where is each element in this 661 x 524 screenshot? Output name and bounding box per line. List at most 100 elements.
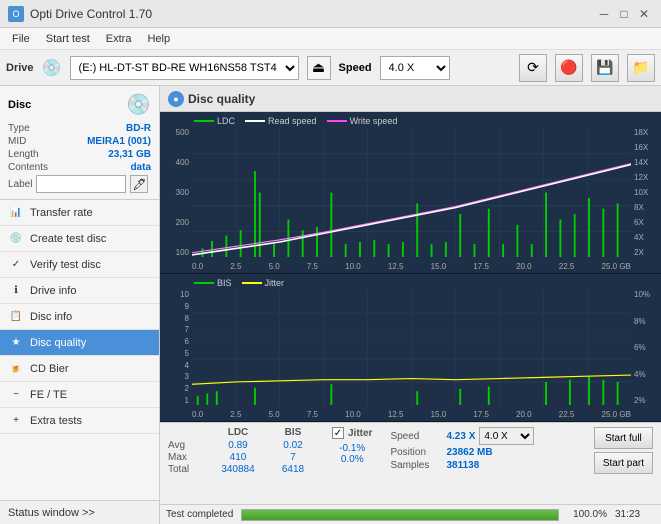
chart2-yaxis-right: 10% 8% 6% 4% 2% [631, 290, 661, 405]
y2r-6pct: 6% [634, 343, 646, 352]
disc-quality-title: Disc quality [188, 92, 255, 106]
jitter-avg: -0.1% [332, 443, 372, 454]
y2-5: 5 [185, 349, 189, 358]
sidebar-item-fe-te[interactable]: ~ FE / TE [0, 382, 159, 408]
drive-info-icon: ℹ [8, 283, 24, 299]
chart1-legend: LDC Read speed Write speed [194, 116, 397, 126]
chart1-container: LDC Read speed Write speed 500 400 300 [160, 112, 661, 274]
toolbar-btn-3[interactable]: 💾 [591, 54, 619, 82]
sidebar-item-disc-info[interactable]: 📋 Disc info [0, 304, 159, 330]
extra-tests-icon: + [8, 413, 24, 429]
ldc-legend-label: LDC [217, 116, 235, 126]
legend-jitter: Jitter [242, 278, 285, 288]
sidebar-item-transfer-rate[interactable]: 📊 Transfer rate [0, 200, 159, 226]
x2-7.5: 7.5 [307, 410, 318, 419]
label-edit-button[interactable]: 🖊 [130, 175, 148, 193]
sidebar-menu: 📊 Transfer rate 💿 Create test disc ✓ Ver… [0, 200, 159, 500]
speed-select[interactable]: 4.0 X [380, 56, 450, 80]
x1-0: 0.0 [192, 262, 203, 271]
toolbar-btn-2[interactable]: 🔴 [555, 54, 583, 82]
y1r-14x: 14X [634, 158, 648, 167]
toolbar-btn-1[interactable]: ⟳ [519, 54, 547, 82]
samples-value: 381138 [446, 460, 479, 471]
disc-info-table: Type BD-R MID MEIRA1 (001) Length 23,31 … [8, 123, 151, 193]
x1-2.5: 2.5 [230, 262, 241, 271]
legend-write-speed: Write speed [327, 116, 398, 126]
stats-ldc-bis-table: LDC BIS Avg 0.89 0.02 Max 410 7 Total [168, 427, 318, 475]
stats-ldc-header: LDC [208, 427, 268, 438]
y2-9: 9 [185, 302, 189, 311]
chart2-yaxis-left: 10 9 8 7 6 5 4 3 2 1 [160, 290, 192, 405]
write-speed-legend-color [327, 120, 347, 122]
disc-panel: Disc 💿 Type BD-R MID MEIRA1 (001) Length… [0, 86, 159, 200]
disc-panel-title: Disc [8, 99, 31, 111]
bis-legend-label: BIS [217, 278, 232, 288]
status-window-button[interactable]: Status window >> [0, 500, 159, 524]
chart2-xaxis: 0.0 2.5 5.0 7.5 10.0 12.5 15.0 17.5 20.0… [192, 410, 631, 419]
x2-20.0: 20.0 [516, 410, 532, 419]
cd-bier-icon: 🍺 [8, 361, 24, 377]
label-input[interactable] [36, 175, 126, 193]
drivebar: Drive 💿 (E:) HL-DT-ST BD-RE WH16NS58 TST… [0, 50, 661, 86]
jitter-checkbox[interactable]: ✓ [332, 427, 344, 439]
sidebar-item-create-test-disc[interactable]: 💿 Create test disc [0, 226, 159, 252]
read-speed-legend-label: Read speed [268, 116, 317, 126]
drive-icon: 💿 [42, 58, 62, 78]
x1-10.0: 10.0 [345, 262, 361, 271]
jitter-legend-label: Jitter [265, 278, 285, 288]
menu-help[interactable]: Help [139, 31, 178, 47]
legend-ldc: LDC [194, 116, 235, 126]
length-value: 23,31 GB [108, 149, 151, 160]
stats-max-bis: 7 [268, 452, 318, 463]
length-label: Length [8, 149, 39, 160]
samples-label: Samples [390, 460, 442, 471]
speed-select-stat[interactable]: 4.0 X [479, 427, 534, 445]
transfer-rate-icon: 📊 [8, 205, 24, 221]
sidebar-item-extra-tests[interactable]: + Extra tests [0, 408, 159, 434]
sidebar-item-drive-info-label: Drive info [30, 285, 76, 297]
minimize-button[interactable]: ─ [595, 5, 613, 23]
y2r-8pct: 8% [634, 317, 646, 326]
x1-20.0: 20.0 [516, 262, 532, 271]
toolbar-btn-4[interactable]: 📁 [627, 54, 655, 82]
y2r-4pct: 4% [634, 370, 646, 379]
sidebar-item-drive-info[interactable]: ℹ Drive info [0, 278, 159, 304]
chart1-yaxis-right: 18X 16X 14X 12X 10X 8X 6X 4X 2X [631, 128, 661, 257]
create-test-disc-icon: 💿 [8, 231, 24, 247]
menu-file[interactable]: File [4, 31, 38, 47]
x1-7.5: 7.5 [307, 262, 318, 271]
sidebar-item-cd-bier[interactable]: 🍺 CD Bier [0, 356, 159, 382]
window-controls: ─ □ ✕ [595, 5, 653, 23]
maximize-button[interactable]: □ [615, 5, 633, 23]
eject-button[interactable]: ⏏ [307, 56, 331, 80]
window-title: Opti Drive Control 1.70 [30, 7, 152, 21]
speed-value-stat: 4.23 X [446, 431, 475, 442]
menu-extra[interactable]: Extra [98, 31, 140, 47]
x2-0: 0.0 [192, 410, 203, 419]
chart2-legend: BIS Jitter [194, 278, 284, 288]
x2-12.5: 12.5 [388, 410, 404, 419]
bis-legend-color [194, 282, 214, 284]
legend-bis: BIS [194, 278, 232, 288]
start-part-button[interactable]: Start part [594, 452, 653, 474]
close-button[interactable]: ✕ [635, 5, 653, 23]
y2-6: 6 [185, 337, 189, 346]
start-full-button[interactable]: Start full [594, 427, 653, 449]
ldc-legend-color [194, 120, 214, 122]
y1r-4x: 4X [634, 233, 644, 242]
sidebar-item-disc-quality[interactable]: ★ Disc quality [0, 330, 159, 356]
sidebar-item-verify-test-disc[interactable]: ✓ Verify test disc [0, 252, 159, 278]
drive-select[interactable]: (E:) HL-DT-ST BD-RE WH16NS58 TST4 [70, 56, 299, 80]
stats-total-bis: 6418 [268, 464, 318, 475]
verify-test-disc-icon: ✓ [8, 257, 24, 273]
y2-7: 7 [185, 325, 189, 334]
speed-position-section: Speed 4.23 X 4.0 X Position 23862 MB Sam… [390, 427, 534, 471]
menu-start-test[interactable]: Start test [38, 31, 98, 47]
progress-time: 31:23 [615, 509, 655, 520]
chart1-xaxis: 0.0 2.5 5.0 7.5 10.0 12.5 15.0 17.5 20.0… [192, 262, 631, 271]
stats-empty-header [168, 427, 208, 438]
x2-10.0: 10.0 [345, 410, 361, 419]
disc-panel-icon: 💿 [126, 92, 151, 117]
position-value: 23862 MB [446, 447, 492, 458]
stats-avg-bis: 0.02 [268, 440, 318, 451]
